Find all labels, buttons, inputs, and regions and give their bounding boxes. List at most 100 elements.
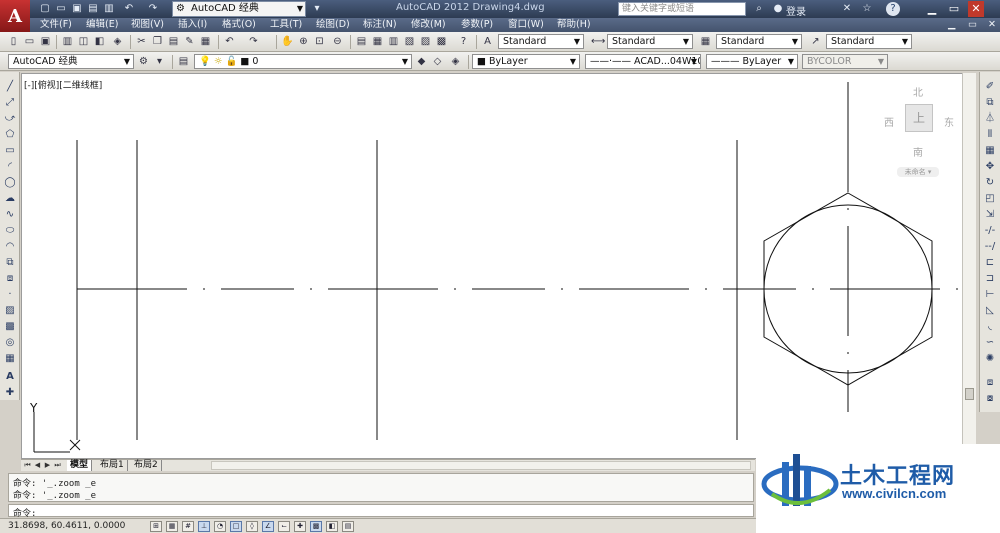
save-icon[interactable]: ▣ — [70, 2, 84, 16]
table-style-icon[interactable]: ▦ — [698, 34, 713, 49]
3d-osnap-button[interactable]: ◊ — [246, 521, 258, 532]
copy-object-icon[interactable]: ⧉ — [983, 96, 997, 110]
workspace-select[interactable]: AutoCAD 经典 ▼ — [8, 54, 134, 69]
draw-order-icon[interactable]: ⧈ — [983, 376, 997, 390]
construction-line-icon[interactable]: ⤢ — [3, 96, 17, 110]
horizontal-scrollbar[interactable] — [211, 461, 751, 470]
osnap-button[interactable]: □ — [230, 521, 242, 532]
revision-cloud-icon[interactable]: ☁ — [3, 192, 17, 206]
copy-icon[interactable]: ❐ — [150, 34, 165, 49]
sheet-set-icon[interactable]: ▧ — [402, 34, 417, 49]
new-icon[interactable]: ▯ — [6, 34, 21, 49]
undo-icon[interactable]: ↶ — [222, 34, 237, 49]
rotate-icon[interactable]: ↻ — [983, 176, 997, 190]
new-file-icon[interactable]: ▢ — [38, 2, 52, 16]
menu-dimension[interactable]: 标注(N) — [363, 19, 397, 31]
infer-constraints-button[interactable]: ⊞ — [150, 521, 162, 532]
insert-block-icon[interactable]: ⧉ — [3, 256, 17, 270]
doc-minimize-icon[interactable]: ▁ — [948, 19, 955, 31]
viewcube-wcs-menu[interactable]: 未命名 ▾ — [897, 167, 939, 177]
cut-icon[interactable]: ✂ — [134, 34, 149, 49]
text-style-select[interactable]: Standard ▼ — [498, 34, 584, 49]
spline-icon[interactable]: ∿ — [3, 208, 17, 222]
quick-properties-button[interactable]: ▤ — [342, 521, 354, 532]
menu-insert[interactable]: 插入(I) — [178, 19, 207, 31]
prev-tab-icon[interactable]: ◀ — [33, 461, 42, 470]
ortho-button[interactable]: ⊥ — [198, 521, 210, 532]
line-icon[interactable]: ╱ — [3, 80, 17, 94]
arc-icon[interactable]: ◜ — [3, 160, 17, 174]
doc-close-icon[interactable]: ✕ — [988, 19, 996, 31]
minimize-button[interactable]: ▁ — [924, 1, 940, 17]
properties-icon[interactable]: ▤ — [354, 34, 369, 49]
menu-file[interactable]: 文件(F) — [40, 19, 72, 31]
drawing-area[interactable]: Y [-][俯视][二维线框] 北 西 东 南 上 未命名 ▾ — [21, 73, 976, 459]
zoom-window-icon[interactable]: ⊡ — [312, 34, 327, 49]
layer-select[interactable]: 💡 ☼ 🔓 ■ 0 ▼ — [194, 54, 412, 69]
rectangle-icon[interactable]: ▭ — [3, 144, 17, 158]
dim-style-icon[interactable]: ⟷ — [590, 34, 605, 49]
make-current-icon[interactable]: ◆ — [414, 54, 429, 69]
first-tab-icon[interactable]: ⏮ — [23, 461, 32, 470]
fillet-icon[interactable]: ◟ — [983, 320, 997, 334]
pan-icon[interactable]: ✋ — [280, 34, 295, 49]
trim-icon[interactable]: -/- — [983, 224, 997, 238]
vertical-scrollbar[interactable] — [962, 73, 976, 459]
menu-tools[interactable]: 工具(T) — [270, 19, 302, 31]
table-style-select[interactable]: Standard ▼ — [716, 34, 802, 49]
restore-button[interactable]: ▭ — [946, 1, 962, 17]
workspace-settings-icon[interactable]: ⚙ — [136, 54, 151, 69]
zoom-previous-icon[interactable]: ⊖ — [330, 34, 345, 49]
circle-icon[interactable]: ◯ — [3, 176, 17, 190]
undo-icon[interactable]: ↶ — [122, 2, 136, 16]
menu-format[interactable]: 格式(O) — [222, 19, 256, 31]
point-icon[interactable]: · — [3, 288, 17, 302]
scale-icon[interactable]: ◰ — [983, 192, 997, 206]
make-block-icon[interactable]: ⧈ — [3, 272, 17, 286]
markup-icon[interactable]: ▨ — [418, 34, 433, 49]
publish-icon[interactable]: ◧ — [92, 34, 107, 49]
lineweight-select[interactable]: ——— ByLayer ▼ — [706, 54, 798, 69]
break-icon[interactable]: ⊐ — [983, 272, 997, 286]
save-icon[interactable]: ▣ — [38, 34, 53, 49]
quick-access-dropdown-icon[interactable]: ▾ — [310, 2, 324, 16]
dim-style-select[interactable]: Standard ▼ — [607, 34, 693, 49]
command-input[interactable]: 命令: — [8, 504, 754, 519]
tab-model[interactable]: 模型 — [67, 460, 93, 471]
add-selected-icon[interactable]: ✚ — [3, 386, 17, 400]
multileader-style-icon[interactable]: ↗ — [808, 34, 823, 49]
draw-order-back-icon[interactable]: ⧇ — [983, 392, 997, 406]
menu-modify[interactable]: 修改(M) — [411, 19, 446, 31]
hatch-icon[interactable]: ▨ — [3, 304, 17, 318]
search-input[interactable]: 键入关键字或短语 — [618, 2, 746, 16]
lineweight-button[interactable]: ▩ — [310, 521, 322, 532]
stretch-icon[interactable]: ⇲ — [983, 208, 997, 222]
viewcube-top-face[interactable]: 上 — [905, 104, 933, 132]
save-as-icon[interactable]: ▤ — [86, 2, 100, 16]
help-icon[interactable]: ? — [886, 2, 900, 16]
polar-button[interactable]: ◔ — [214, 521, 226, 532]
next-tab-icon[interactable]: ▶ — [43, 461, 52, 470]
close-button[interactable]: ✕ — [968, 1, 984, 17]
tab-layout2[interactable]: 布局2 — [131, 460, 162, 471]
viewcube-east[interactable]: 东 — [944, 114, 954, 129]
plot-icon[interactable]: ▥ — [60, 34, 75, 49]
open-icon[interactable]: ▭ — [22, 34, 37, 49]
blend-curves-icon[interactable]: ∽ — [983, 336, 997, 350]
menu-window[interactable]: 窗口(W) — [508, 19, 544, 31]
multileader-style-select[interactable]: Standard ▼ — [826, 34, 912, 49]
block-editor-icon[interactable]: ▦ — [198, 34, 213, 49]
multiline-text-icon[interactable]: A — [3, 370, 17, 384]
coordinates-readout[interactable]: 31.8698, 60.4611, 0.0000 — [8, 521, 125, 531]
match-properties-icon[interactable]: ✎ — [182, 34, 197, 49]
help-icon[interactable]: ? — [456, 34, 471, 49]
layer-properties-icon[interactable]: ▤ — [176, 54, 191, 69]
menu-view[interactable]: 视图(V) — [131, 19, 164, 31]
array-icon[interactable]: ▦ — [983, 144, 997, 158]
menu-edit[interactable]: 编辑(E) — [86, 19, 118, 31]
user-icon[interactable]: ● — [771, 2, 785, 16]
open-file-icon[interactable]: ▭ — [54, 2, 68, 16]
design-center-icon[interactable]: ▦ — [370, 34, 385, 49]
menu-draw[interactable]: 绘图(D) — [316, 19, 350, 31]
table-icon[interactable]: ▦ — [3, 352, 17, 366]
